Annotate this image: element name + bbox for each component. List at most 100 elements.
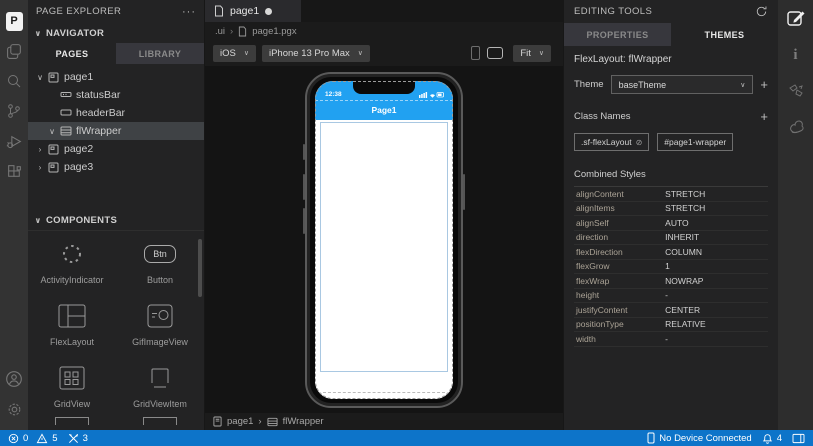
style-row[interactable]: width- [574, 332, 768, 347]
tree-item-page2[interactable]: › page2 [28, 140, 204, 158]
tree-item-page3[interactable]: › page3 [28, 158, 204, 176]
class-chips: .sf-flexLayout ⊘ #page1-wrapper [574, 133, 768, 151]
design-canvas[interactable]: 12:38 Page1 [205, 66, 563, 413]
style-row[interactable]: directionINHERIT [574, 231, 768, 246]
editing-tools-tabs: PROPERTIES THEMES [564, 23, 778, 46]
device-connection-status[interactable]: No Device Connected [647, 432, 751, 444]
tab-themes[interactable]: THEMES [671, 23, 778, 46]
components-list: ActivityIndicator Btn Button FlexLayout [28, 230, 204, 430]
device-notch [353, 81, 415, 94]
add-class-button[interactable]: + [760, 110, 768, 123]
chevron-down-icon[interactable]: ∨ [48, 127, 56, 136]
page-explorer-title: PAGE EXPLORER [36, 6, 121, 17]
chevron-right-icon[interactable]: › [36, 163, 44, 172]
interactions-icon[interactable] [787, 82, 805, 100]
page-explorer-panel: PAGE EXPLORER ··· ∨ NAVIGATOR PAGES LIBR… [28, 0, 205, 430]
tree-item-statusbar[interactable]: statusBar [28, 86, 204, 104]
tab-library[interactable]: LIBRARY [116, 43, 204, 64]
style-row[interactable]: alignContentSTRETCH [574, 187, 768, 202]
ui-editor-icon[interactable] [786, 8, 806, 28]
breadcrumb-element[interactable]: flWrapper [283, 416, 324, 427]
settings-gear-icon[interactable] [0, 394, 28, 424]
account-icon[interactable] [0, 364, 28, 394]
components-partial-row [28, 417, 204, 425]
navigator-section-header[interactable]: ∨ NAVIGATOR [28, 23, 204, 43]
problems-indicator[interactable]: 0 5 [8, 433, 58, 444]
element-breadcrumb: page1 › flWrapper [205, 413, 563, 430]
modules-icon[interactable] [0, 156, 28, 186]
component-flexlayout[interactable]: FlexLayout [28, 293, 116, 355]
component-activityindicator[interactable]: ActivityIndicator [28, 231, 116, 293]
file-icon [238, 26, 247, 37]
components-section-header[interactable]: ∨ COMPONENTS [28, 210, 204, 230]
device-screen[interactable]: 12:38 Page1 [315, 81, 453, 399]
device-mockup: 12:38 Page1 [305, 72, 463, 408]
chevron-down-icon: ∨ [539, 49, 544, 57]
os-select[interactable]: iOS∨ [213, 45, 256, 62]
error-icon [8, 433, 19, 444]
add-theme-button[interactable]: + [760, 78, 768, 91]
component-gridviewitem[interactable]: GridViewItem [116, 355, 204, 417]
notifications-indicator[interactable]: 4 [762, 433, 782, 444]
source-control-icon[interactable] [0, 96, 28, 126]
style-row[interactable]: positionTypeRELATIVE [574, 318, 768, 333]
theme-select[interactable]: baseTheme ∨ [611, 75, 754, 94]
editing-tools-panel: EDITING TOOLS PROPERTIES THEMES FlexLayo… [563, 0, 778, 430]
component-gridview[interactable]: GridView [28, 355, 116, 417]
style-row[interactable]: justifyContentCENTER [574, 303, 768, 318]
info-icon[interactable]: i [793, 46, 797, 64]
signal-wifi-battery-icon [419, 91, 445, 98]
style-row[interactable]: flexGrow1 [574, 260, 768, 275]
chevron-right-icon[interactable]: › [36, 145, 44, 154]
navigator-label: NAVIGATOR [46, 28, 104, 39]
editor-breadcrumb: .ui › page1.pgx [205, 22, 563, 40]
class-chip[interactable]: .sf-flexLayout ⊘ [574, 133, 649, 151]
layout-toggle[interactable] [792, 433, 805, 444]
component-gifimageview[interactable]: GifImageView [116, 293, 204, 355]
page-explorer-icon[interactable]: P [0, 6, 28, 36]
device-select[interactable]: iPhone 13 Pro Max∨ [262, 45, 370, 62]
tree-item-headerbar[interactable]: headerBar [28, 104, 204, 122]
component-button[interactable]: Btn Button [116, 231, 204, 293]
combined-styles-label: Combined Styles [574, 169, 768, 180]
zoom-select[interactable]: Fit∨ [513, 45, 551, 62]
editor-tab-page1[interactable]: page1 [205, 0, 301, 22]
tasks-indicator[interactable]: 3 [68, 433, 88, 444]
statusbar-icon [60, 90, 72, 100]
style-row[interactable]: height- [574, 289, 768, 304]
tree-item-flwrapper[interactable]: ∨ flWrapper [28, 122, 204, 140]
chevron-down-icon[interactable]: ∨ [36, 73, 44, 82]
search-icon[interactable] [0, 66, 28, 96]
components-label: COMPONENTS [46, 215, 117, 226]
page-tree: ∨ page1 statusBar headerBar ∨ flWrapper [28, 68, 204, 176]
copy-pages-icon[interactable] [0, 36, 28, 66]
breadcrumb-page[interactable]: page1 [227, 416, 253, 427]
preview-page-title: Page1 [371, 105, 396, 115]
activity-bar: P [0, 0, 28, 430]
style-row[interactable]: flexDirectionCOLUMN [574, 245, 768, 260]
landscape-icon[interactable] [487, 47, 503, 59]
more-actions-icon[interactable]: ··· [182, 6, 196, 18]
style-row[interactable]: flexWrapNOWRAP [574, 274, 768, 289]
components-scrollbar[interactable] [198, 239, 202, 297]
debug-icon[interactable] [0, 126, 28, 156]
class-chip[interactable]: #page1-wrapper [657, 133, 733, 151]
tools-icon [68, 433, 79, 444]
refresh-icon[interactable] [755, 5, 768, 18]
tab-properties[interactable]: PROPERTIES [564, 23, 671, 46]
remove-class-icon[interactable]: ⊘ [636, 138, 643, 147]
breadcrumb-file[interactable]: page1.pgx [252, 26, 296, 37]
class-names-row: Class Names + [574, 110, 768, 123]
breadcrumb-folder[interactable]: .ui [215, 26, 225, 37]
preview-page-body[interactable] [315, 120, 453, 399]
preview-flwrapper-selected[interactable] [320, 122, 448, 372]
tree-item-page1[interactable]: ∨ page1 [28, 68, 204, 86]
file-icon [214, 5, 224, 17]
style-row[interactable]: alignSelfAUTO [574, 216, 768, 231]
mascot-icon[interactable] [787, 118, 805, 136]
tab-pages[interactable]: PAGES [28, 43, 116, 64]
portrait-icon[interactable] [471, 46, 480, 60]
preview-headerbar[interactable]: Page1 [315, 100, 453, 120]
orientation-toggle [471, 46, 503, 60]
style-row[interactable]: alignItemsSTRETCH [574, 202, 768, 217]
